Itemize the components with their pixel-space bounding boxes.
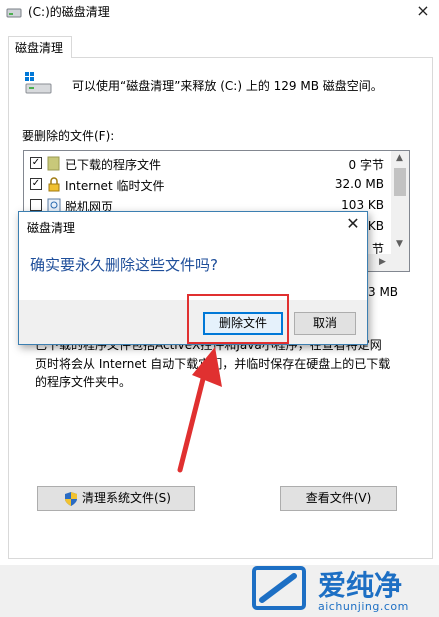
checkbox[interactable]: ✓: [30, 178, 42, 190]
scroll-up-icon[interactable]: ▲: [396, 153, 403, 163]
shield-icon: [65, 492, 77, 506]
file-name: Internet 临时文件: [65, 179, 165, 193]
watermark-brand: 爱纯净: [318, 569, 403, 602]
list-item[interactable]: ✓ Internet 临时文件 32.0 MB: [27, 175, 389, 195]
total-space-value: 3 MB: [368, 285, 399, 299]
tab-disk-cleanup[interactable]: 磁盘清理: [8, 36, 72, 58]
file-size: 103 KB: [341, 198, 384, 212]
checkbox[interactable]: ✓: [30, 157, 42, 169]
vertical-scrollbar[interactable]: ▲ ▼: [391, 151, 409, 254]
clean-system-files-label: 清理系统文件(S): [82, 491, 171, 505]
disk-cleanup-icon: [6, 8, 22, 18]
clean-system-files-button[interactable]: 清理系统文件(S): [37, 486, 195, 511]
summary-text: 可以使用“磁盘清理”来释放 (C:) 上的 129 MB 磁盘空间。: [72, 79, 383, 93]
files-to-delete-label: 要删除的文件(F):: [22, 129, 115, 143]
file-size: 0 字节: [348, 158, 384, 172]
description-line: 的程序文件夹中。: [35, 375, 132, 389]
window-title: (C:)的磁盘清理: [28, 5, 110, 19]
arrow-annotation-icon: [177, 347, 222, 473]
dialog-close-button[interactable]: ✕: [341, 214, 365, 236]
hard-drive-icon: [25, 72, 52, 94]
file-size: KB: [367, 219, 384, 233]
checkbox[interactable]: [30, 199, 42, 211]
dialog-question: 确实要永久删除这些文件吗?: [30, 256, 218, 274]
highlight-box: [187, 294, 289, 344]
cancel-button[interactable]: 取消: [294, 312, 356, 335]
scroll-right-icon[interactable]: ▶: [379, 257, 386, 267]
scroll-down-icon[interactable]: ▼: [396, 239, 403, 249]
view-files-button[interactable]: 查看文件(V): [280, 486, 397, 511]
watermark-url: aichunjing.com: [318, 600, 409, 613]
dialog-title: 磁盘清理: [27, 221, 76, 235]
file-name: 已下载的程序文件: [65, 158, 162, 172]
window-close-button[interactable]: ×: [407, 0, 439, 24]
lock-icon: [48, 177, 60, 192]
list-item[interactable]: ✓ 已下载的程序文件 0 字节: [27, 154, 389, 174]
watermark-logo-icon: [252, 566, 306, 610]
folder-icon: [47, 156, 60, 171]
file-size: 32.0 MB: [334, 177, 384, 191]
scrollbar-thumb[interactable]: [394, 168, 406, 196]
